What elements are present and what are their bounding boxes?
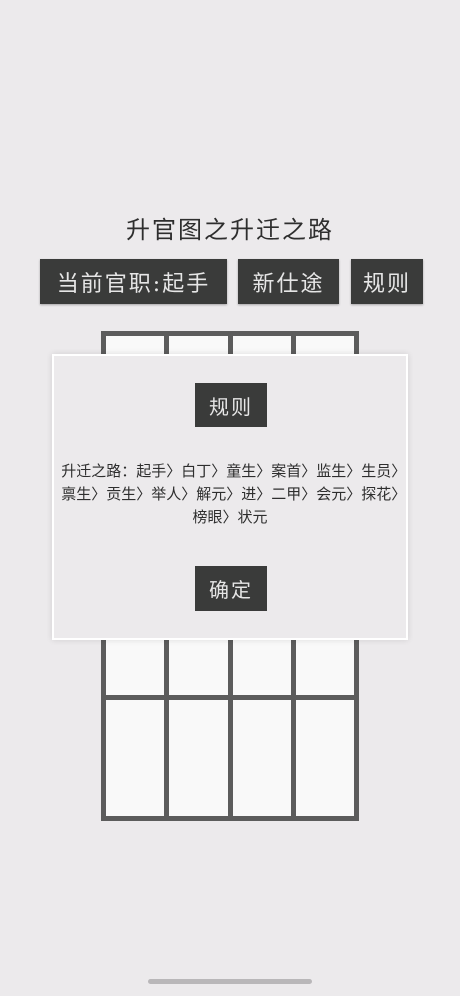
confirm-button[interactable]: 确定 — [195, 566, 267, 611]
board-cell[interactable] — [232, 699, 291, 816]
rules-dialog: 规则 升迁之路：起手〉白丁〉童生〉案首〉监生〉生员〉禀生〉贡生〉举人〉解元〉进〉… — [52, 354, 408, 640]
new-career-button[interactable]: 新仕途 — [238, 259, 339, 304]
board-cell[interactable] — [106, 699, 165, 816]
rules-dialog-title: 规则 — [195, 383, 267, 427]
page-title: 升官图之升迁之路 — [126, 216, 334, 244]
rules-button[interactable]: 规则 — [351, 259, 423, 304]
board-cell[interactable] — [169, 699, 228, 816]
board-cell[interactable] — [295, 699, 354, 816]
rules-dialog-text: 升迁之路：起手〉白丁〉童生〉案首〉监生〉生员〉禀生〉贡生〉举人〉解元〉进〉二甲〉… — [61, 462, 399, 526]
home-indicator[interactable] — [148, 979, 312, 984]
current-rank-button[interactable]: 当前官职:起手 — [40, 259, 227, 304]
